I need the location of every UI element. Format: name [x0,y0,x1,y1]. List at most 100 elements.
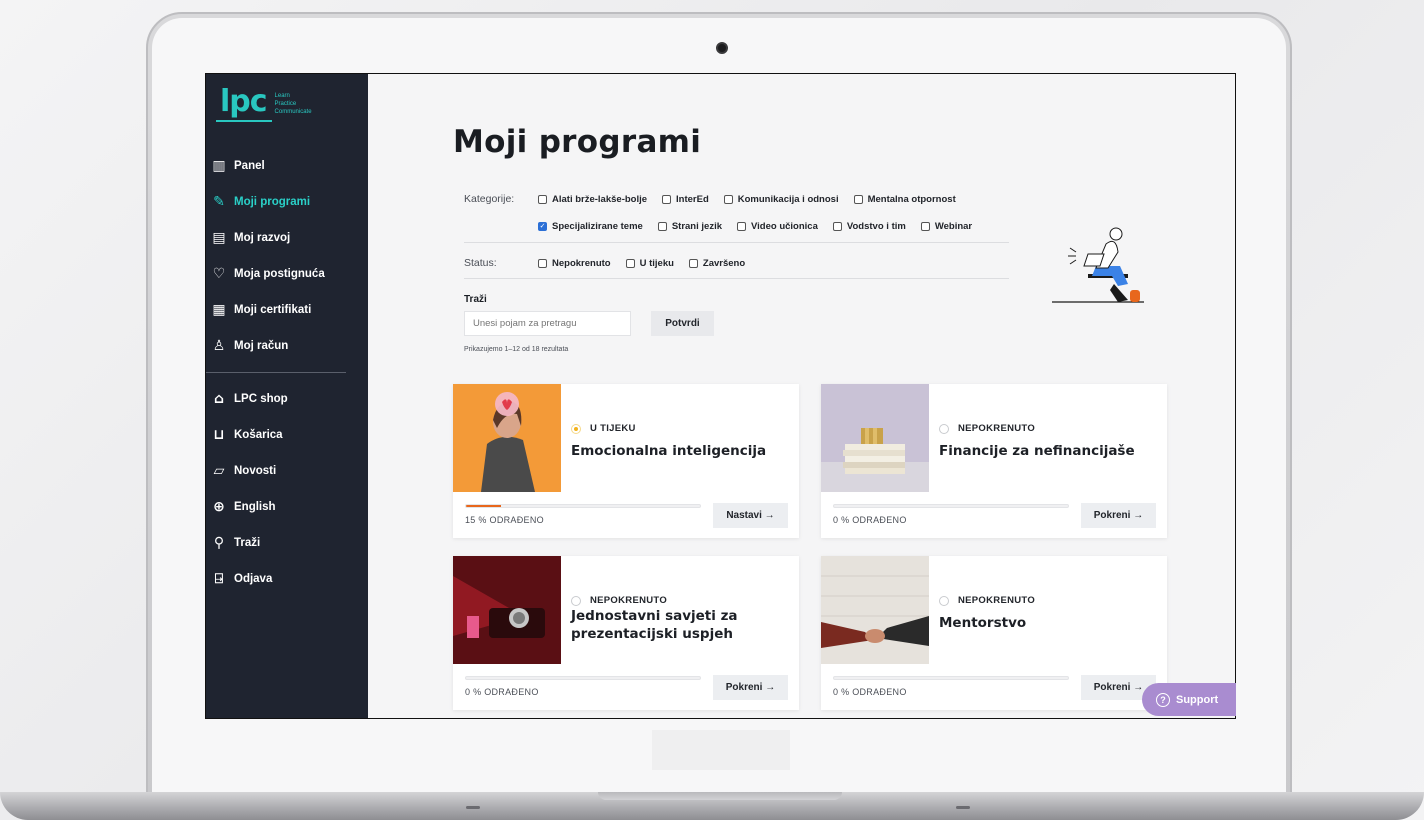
course-card[interactable]: U TIJEKU Emocionalna inteligencija 15 % … [453,384,799,538]
sidebar-item-label: LPC shop [234,393,288,405]
programs-icon: ✎ [213,194,225,210]
category-checkbox[interactable]: Video učionica [737,221,818,232]
panel-icon: ▥ [212,158,226,174]
cart-icon: ⊔ [213,427,225,443]
books-coins-image [821,384,929,492]
laptop-foot [466,806,480,809]
checkbox-box[interactable] [920,222,930,231]
search-label: Traži [464,294,487,305]
categories-row-1: Kategorije: Alati brže-lakše-bolje Inter… [464,193,971,205]
checkbox-box[interactable] [662,194,672,204]
category-checkbox[interactable]: Mentalna otpornost [853,194,956,205]
handshake-image [821,556,929,664]
page-title: Moji programi [453,124,702,160]
sidebar: lpc Learn Practice Communicate ▥ Panel ✎… [206,74,368,718]
sidebar-item-label: Moji certifikati [234,304,312,316]
sidebar-item-moji-certifikati[interactable]: ▦ Moji certifikati [206,292,368,328]
checkbox-box[interactable] [657,222,667,231]
course-progress-text: 15 % ODRAĐENO [465,515,544,525]
sidebar-item-moja-postignuca[interactable]: ♡ Moja postignuća [206,256,368,292]
course-progress-bar [465,504,701,508]
course-continue-button[interactable]: Nastavi → [713,503,788,528]
sidebar-item-label: Panel [234,160,265,172]
sidebar-item-novosti[interactable]: ▱ Novosti [206,453,368,489]
sidebar-item-panel[interactable]: ▥ Panel [206,148,368,184]
course-start-button[interactable]: Pokreni → [713,675,788,700]
course-progress-bar [833,676,1069,680]
sidebar-item-odjava[interactable]: ⍈ Odjava [206,561,368,597]
sidebar-item-label: Novosti [234,465,277,477]
course-title[interactable]: Jednostavni savjeti za prezentacijski us… [571,607,781,643]
sidebar-item-kosarica[interactable]: ⊔ Košarica [206,417,368,453]
course-thumbnail [821,556,929,664]
lpc-logo[interactable]: lpc Learn Practice Communicate [216,82,312,122]
sidebar-item-english[interactable]: ⊕ English [206,489,368,525]
category-checkbox[interactable]: Strani jezik [657,221,722,232]
course-start-button[interactable]: Pokreni → [1081,503,1156,528]
status-row: Status: Nepokrenuto U tijeku Završeno [464,257,760,269]
logo-mark: lpc [216,82,272,122]
checkbox-box[interactable] [853,194,863,204]
course-progress-text: 0 % ODRAĐENO [833,515,907,525]
news-icon: ▱ [213,463,225,479]
status-checkbox[interactable]: U tijeku [625,258,674,269]
checkbox-box-checked[interactable]: ✓ [538,222,547,231]
status-checkbox[interactable]: Nepokrenuto [538,258,611,269]
search-submit-button[interactable]: Potvrdi [651,311,714,336]
search-icon: ⚲ [213,535,225,551]
course-title[interactable]: Mentorstvo [939,614,1149,632]
course-status: NEPOKRENUTO [939,423,1035,434]
course-progress-text: 0 % ODRAĐENO [833,687,907,697]
category-checkbox[interactable]: Vodstvo i tim [832,221,906,232]
course-progress-bar [833,504,1069,508]
category-checkbox[interactable]: Alati brže-lakše-bolje [538,194,647,205]
certificate-icon: ▦ [212,302,226,318]
sidebar-divider [206,372,346,373]
checkbox-box[interactable] [723,194,733,204]
achievements-icon: ♡ [212,266,226,282]
course-card[interactable]: NEPOKRENUTO Financije za nefinancijaše 0… [821,384,1167,538]
course-card[interactable]: NEPOKRENUTO Mentorstvo 0 % ODRAĐENO Pokr… [821,556,1167,710]
webcam [716,42,728,54]
sidebar-item-moj-racun[interactable]: ♙ Moj račun [206,328,368,364]
category-checkbox[interactable]: ✓ Specijalizirane teme [538,221,643,232]
progress-fill [466,505,502,507]
category-checkbox[interactable]: InterEd [662,194,709,205]
logo-tagline: Learn Practice Communicate [274,93,312,115]
globe-icon: ⊕ [213,499,225,515]
category-checkbox[interactable]: Webinar [920,221,972,232]
search-input[interactable] [464,311,631,336]
support-button[interactable]: ? Support [1142,683,1236,716]
course-title[interactable]: Emocionalna inteligencija [571,442,781,460]
sidebar-item-label: Košarica [234,429,283,441]
course-title[interactable]: Financije za nefinancijaše [939,442,1149,460]
sidebar-item-lpc-shop[interactable]: ⌂ LPC shop [206,381,368,417]
sidebar-item-label: Traži [234,537,261,549]
sidebar-item-trazi[interactable]: ⚲ Traži [206,525,368,561]
checkbox-box[interactable] [538,194,547,204]
category-checkbox[interactable]: Komunikacija i odnosi [723,194,839,205]
course-card[interactable]: NEPOKRENUTO Jednostavni savjeti za preze… [453,556,799,710]
sidebar-item-label: Moji programi [234,196,311,208]
course-progress-bar [465,676,701,680]
course-status: NEPOKRENUTO [571,595,667,606]
laptop-notch [598,792,842,800]
sidebar-nav: ▥ Panel ✎ Moji programi ▤ Moj razvoj ♡ M… [206,148,368,597]
sidebar-item-moji-programi[interactable]: ✎ Moji programi [206,184,368,220]
checkbox-box[interactable] [737,222,746,231]
status-dot-in-progress [571,423,581,434]
checkbox-box[interactable] [625,258,635,268]
status-label: Status: [464,257,497,269]
categories-row-2: ✓ Specijalizirane teme Strani jezik Video… [538,221,987,232]
checkbox-box[interactable] [538,258,547,268]
checkbox-box[interactable] [832,222,842,231]
course-progress-text: 0 % ODRAĐENO [465,687,539,697]
filter-divider [464,278,1009,279]
sidebar-item-moj-razvoj[interactable]: ▤ Moj razvoj [206,220,368,256]
sidebar-item-label: English [234,501,276,513]
sidebar-item-label: Moj razvoj [234,232,291,244]
status-checkbox[interactable]: Završeno [688,258,745,269]
checkbox-box[interactable] [688,258,698,268]
logout-icon: ⍈ [214,571,224,587]
shop-icon: ⌂ [213,391,225,407]
